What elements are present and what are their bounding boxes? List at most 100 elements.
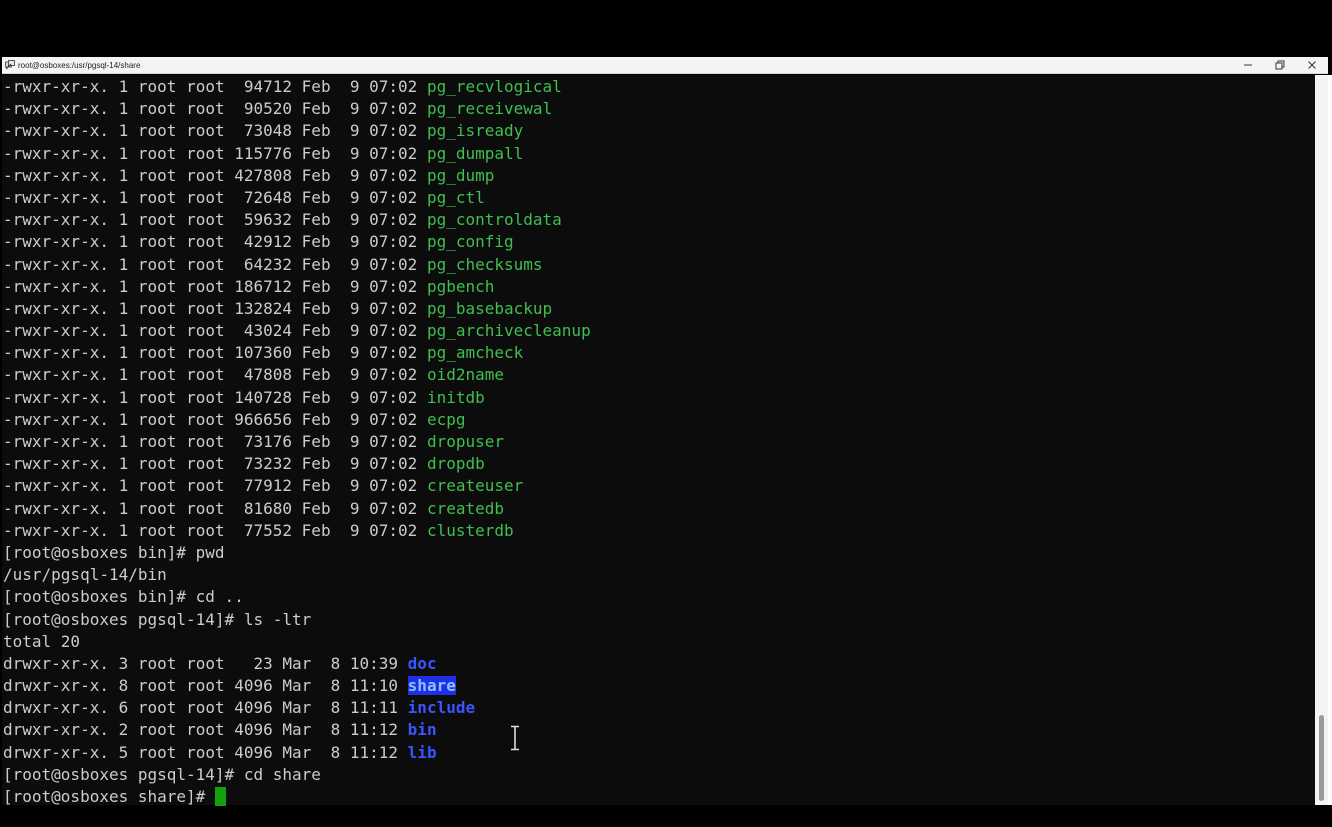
file-permissions: drwxr-xr-x. xyxy=(3,742,109,762)
file-owner: root xyxy=(137,409,177,429)
file-permissions: -rwxr-xr-x. xyxy=(3,298,109,318)
link-count: 1 xyxy=(118,298,129,318)
file-group: root xyxy=(186,276,225,296)
scrollbar-thumb[interactable] xyxy=(1319,715,1324,801)
directory-name: doc xyxy=(407,653,437,673)
listing-row: drwxr-xr-x. 6 root root 4096 Mar 8 11:11… xyxy=(3,697,591,719)
file-day: 9 xyxy=(349,321,360,341)
executable-name: pg_dump xyxy=(426,165,495,185)
file-time: 07:02 xyxy=(369,187,418,207)
file-day: 9 xyxy=(349,99,360,119)
file-month: Feb xyxy=(301,365,331,385)
file-time: 07:02 xyxy=(369,121,418,141)
file-owner: root xyxy=(137,653,177,673)
file-month: Feb xyxy=(301,143,331,163)
file-group: root xyxy=(186,498,225,518)
file-owner: root xyxy=(137,476,177,496)
terminal-line: total 20 xyxy=(3,631,81,651)
file-permissions: -rwxr-xr-x. xyxy=(3,365,109,385)
file-size: 4096 xyxy=(234,676,273,696)
executable-name: dropuser xyxy=(426,432,504,451)
file-group: root xyxy=(186,742,225,762)
link-count: 1 xyxy=(118,99,129,119)
close-button[interactable] xyxy=(1296,57,1328,73)
file-size: 94712 xyxy=(243,77,293,96)
file-permissions: -rwxr-xr-x. xyxy=(3,165,109,185)
file-day: 8 xyxy=(330,676,341,696)
link-count: 1 xyxy=(118,454,129,474)
file-size: 64232 xyxy=(243,254,293,274)
executable-name: clusterdb xyxy=(426,520,514,540)
file-time: 07:02 xyxy=(369,409,418,429)
file-time: 11:12 xyxy=(349,742,399,762)
file-time: 07:02 xyxy=(369,143,418,163)
file-time: 11:10 xyxy=(349,676,399,696)
file-size: 966656 xyxy=(234,409,293,429)
file-month: Feb xyxy=(301,343,331,363)
listing-row: -rwxr-xr-x. 1 root root 47808 Feb 9 07:0… xyxy=(3,364,591,386)
link-count: 6 xyxy=(118,698,129,718)
link-count: 1 xyxy=(118,476,129,496)
file-day: 9 xyxy=(349,187,360,207)
terminal-line: [root@osboxes bin]# pwd xyxy=(3,542,225,562)
file-permissions: drwxr-xr-x. xyxy=(3,698,109,718)
file-month: Mar xyxy=(282,742,312,762)
file-month: Feb xyxy=(301,232,331,252)
listing-row: -rwxr-xr-x. 1 root root 140728 Feb 9 07:… xyxy=(3,387,591,409)
file-owner: root xyxy=(137,498,177,518)
executable-name: pg_checksums xyxy=(426,254,543,274)
executable-name: dropdb xyxy=(426,454,485,474)
file-permissions: -rwxr-xr-x. xyxy=(3,432,109,451)
file-owner: root xyxy=(137,432,177,451)
maximize-button[interactable] xyxy=(1264,57,1296,73)
file-permissions: -rwxr-xr-x. xyxy=(3,454,109,474)
file-group: root xyxy=(186,232,225,252)
file-month: Feb xyxy=(301,99,331,119)
file-permissions: -rwxr-xr-x. xyxy=(3,210,109,230)
file-month: Feb xyxy=(301,276,331,296)
file-permissions: -rwxr-xr-x. xyxy=(3,276,109,296)
file-permissions: drwxr-xr-x. xyxy=(3,676,109,696)
link-count: 1 xyxy=(118,387,129,407)
file-day: 9 xyxy=(349,343,360,363)
file-day: 9 xyxy=(349,165,360,185)
window-border xyxy=(1328,75,1332,805)
file-group: root xyxy=(186,476,225,496)
file-group: root xyxy=(186,676,225,696)
terminal-line: [root@osboxes pgsql-14]# cd share xyxy=(3,764,321,784)
command-prompt[interactable]: [root@osboxes share]# xyxy=(3,786,591,808)
window-titlebar[interactable]: root@osboxes:/usr/pgsql-14/share xyxy=(2,57,1328,74)
minimize-button[interactable] xyxy=(1232,57,1264,73)
file-owner: root xyxy=(137,210,177,230)
executable-name: pg_dumpall xyxy=(426,143,524,163)
file-owner: root xyxy=(137,742,177,762)
file-owner: root xyxy=(137,720,177,740)
listing-row: -rwxr-xr-x. 1 root root 115776 Feb 9 07:… xyxy=(3,143,591,165)
file-month: Feb xyxy=(301,121,331,141)
file-permissions: -rwxr-xr-x. xyxy=(3,387,109,407)
file-owner: root xyxy=(137,143,177,163)
listing-row: -rwxr-xr-x. 1 root root 132824 Feb 9 07:… xyxy=(3,298,591,320)
file-month: Mar xyxy=(282,698,312,718)
directory-name: share xyxy=(407,676,456,696)
file-month: Feb xyxy=(301,187,331,207)
vertical-scrollbar[interactable] xyxy=(1315,75,1328,805)
file-owner: root xyxy=(137,321,177,341)
file-day: 9 xyxy=(349,121,360,141)
file-time: 07:02 xyxy=(369,454,418,474)
file-size: 4096 xyxy=(234,742,273,762)
file-group: root xyxy=(186,187,225,207)
directory-name: include xyxy=(407,698,476,718)
executable-name: pg_receivewal xyxy=(426,99,553,119)
file-owner: root xyxy=(137,298,177,318)
file-time: 11:12 xyxy=(349,720,399,740)
listing-row: -rwxr-xr-x. 1 root root 77552 Feb 9 07:0… xyxy=(3,520,591,542)
executable-name: pg_controldata xyxy=(426,210,562,230)
file-month: Mar xyxy=(282,676,312,696)
file-permissions: -rwxr-xr-x. xyxy=(3,187,109,207)
file-group: root xyxy=(186,409,225,429)
file-month: Feb xyxy=(301,498,331,518)
file-day: 9 xyxy=(349,520,360,540)
terminal-output: -rwxr-xr-x. 1 root root 94712 Feb 9 07:0… xyxy=(3,76,591,808)
file-owner: root xyxy=(137,99,177,119)
